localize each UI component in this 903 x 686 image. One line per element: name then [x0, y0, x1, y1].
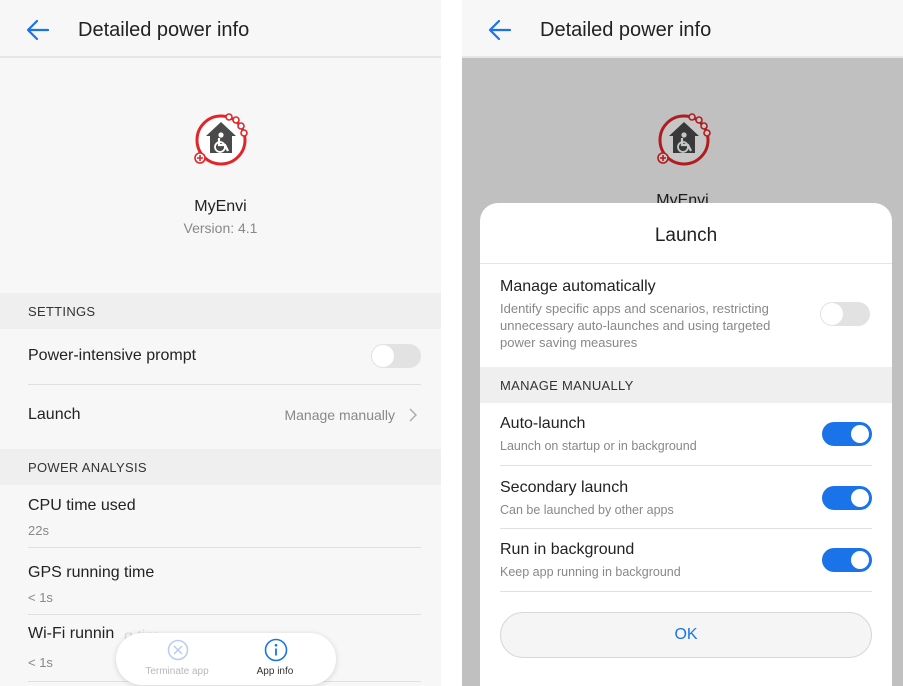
app-bar: Detailed power info [0, 0, 441, 58]
ok-button[interactable]: OK [500, 612, 872, 658]
run-in-background-label: Run in background [500, 541, 635, 558]
manage-automatically-row[interactable]: Manage automatically Identify specific a… [480, 264, 892, 367]
wifi-time-label: Wi-Fi runnin [28, 625, 115, 642]
bottom-action-bar: Terminate app App info [116, 633, 336, 685]
chevron-right-icon [409, 408, 417, 422]
secondary-launch-row[interactable]: Secondary launch Can be launched by othe… [500, 466, 872, 529]
cpu-time-row: CPU time used 22s [28, 485, 421, 548]
terminate-app-label: Terminate app [145, 666, 209, 677]
back-arrow-icon[interactable] [486, 16, 514, 44]
power-intensive-prompt-row[interactable]: Power-intensive prompt [28, 329, 421, 385]
power-intensive-prompt-label: Power-intensive prompt [28, 347, 197, 364]
launch-dialog-screen: Detailed power info MyEnvi Launch Manage… [462, 0, 903, 686]
launch-label: Launch [28, 406, 81, 423]
gps-time-label: GPS running time [28, 564, 155, 581]
page-title: Detailed power info [540, 19, 712, 41]
power-intensive-prompt-toggle[interactable] [371, 344, 421, 368]
power-info-screen: Detailed power info MyEnvi Version: 4.1 … [0, 0, 441, 686]
page-title: Detailed power info [78, 19, 250, 41]
secondary-launch-label: Secondary launch [500, 479, 629, 496]
launch-dialog: Launch Manage automatically Identify spe… [480, 203, 892, 686]
power-analysis-section-header: POWER ANALYSIS [0, 449, 441, 485]
auto-launch-toggle[interactable] [822, 422, 872, 446]
terminate-app-button[interactable]: Terminate app [132, 633, 222, 685]
wifi-time-value: < 1s [28, 655, 53, 670]
app-info-button[interactable]: App info [230, 633, 320, 685]
auto-launch-label: Auto-launch [500, 415, 586, 432]
gps-time-row: GPS running time < 1s [28, 548, 421, 615]
cpu-time-value: 22s [28, 523, 49, 538]
gps-time-value: < 1s [28, 590, 53, 605]
cpu-time-label: CPU time used [28, 497, 136, 514]
app-version: Version: 4.1 [183, 220, 258, 236]
secondary-launch-description: Can be launched by other apps [500, 503, 674, 517]
launch-value: Manage manually [284, 407, 395, 423]
info-icon [264, 638, 288, 662]
close-circle-icon [167, 639, 189, 661]
dialog-title: Launch [654, 225, 718, 246]
settings-section-header: SETTINGS [0, 293, 441, 329]
run-in-background-row[interactable]: Run in background Keep app running in ba… [500, 529, 872, 592]
back-arrow-icon[interactable] [24, 16, 52, 44]
auto-launch-row[interactable]: Auto-launch Launch on startup or in back… [500, 403, 872, 466]
auto-launch-description: Launch on startup or in background [500, 439, 697, 453]
secondary-launch-toggle[interactable] [822, 486, 872, 510]
app-info-label: App info [256, 666, 294, 677]
manage-automatically-toggle[interactable] [820, 302, 870, 326]
app-logo-icon [194, 113, 248, 166]
manage-manually-header: MANAGE MANUALLY [480, 367, 892, 403]
app-bar: Detailed power info [462, 0, 903, 58]
manage-automatically-label: Manage automatically [500, 278, 656, 295]
manage-automatically-description: Identify specific apps and scenarios, re… [500, 301, 771, 350]
app-name: MyEnvi [194, 198, 247, 215]
run-in-background-toggle[interactable] [822, 548, 872, 572]
run-in-background-description: Keep app running in background [500, 565, 681, 579]
launch-row[interactable]: Launch Manage manually [28, 385, 421, 443]
